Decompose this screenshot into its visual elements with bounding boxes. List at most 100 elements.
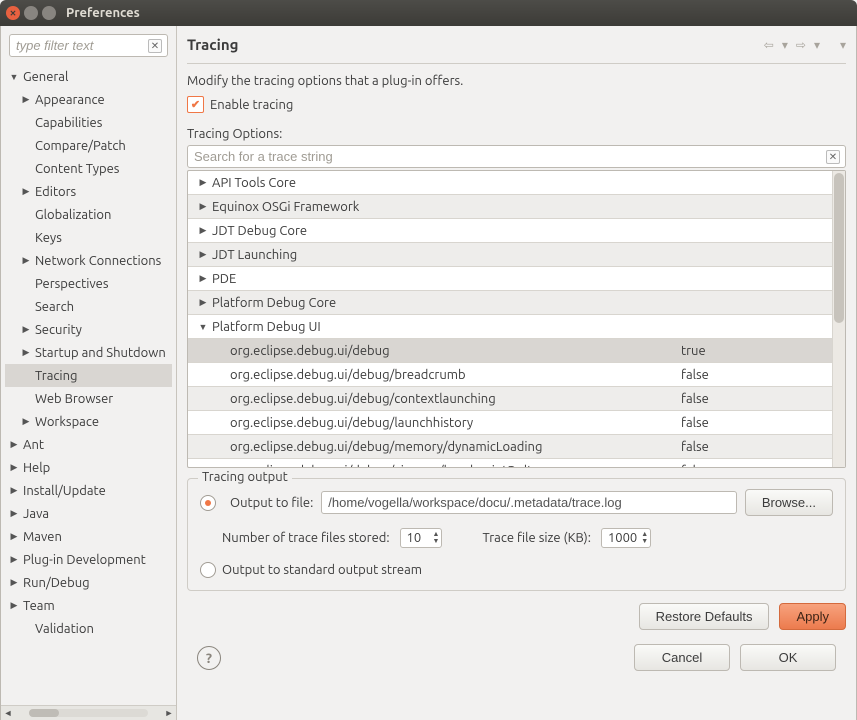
tree-item[interactable]: ▶Maven [5,525,172,548]
expand-icon[interactable]: ▶ [21,94,31,105]
window-minimize-button[interactable] [24,6,38,20]
expand-icon[interactable]: ▶ [198,201,208,212]
table-row[interactable]: ▶ JDT Debug Core [188,218,832,242]
table-scrollbar[interactable] [832,171,845,467]
tree-item[interactable]: ▶Globalization [5,203,172,226]
tree-item[interactable]: ▶Help [5,456,172,479]
expand-icon[interactable]: ▶ [21,416,31,427]
nav-forward-menu-icon[interactable]: ▾ [814,38,820,52]
expand-icon[interactable]: ▶ [9,554,19,565]
tree-item[interactable]: ▶ Appearance [5,88,172,111]
help-icon[interactable]: ? [197,646,221,670]
table-row[interactable]: ▶JDT Launching [188,242,832,266]
ok-button[interactable]: OK [740,644,836,671]
table-row[interactable]: ▶API Tools Core [188,171,832,194]
expand-icon[interactable]: ▶ [198,273,208,284]
tree-item[interactable]: ▶Perspectives [5,272,172,295]
nav-forward-icon[interactable]: ⇨ [796,38,806,52]
expand-icon[interactable]: ▶ [9,600,19,611]
tree-item[interactable]: ▶Workspace [5,410,172,433]
expand-icon[interactable]: ▶ [198,249,208,260]
table-row[interactable]: ▶org.eclipse.debug.ui/debug/launchhistor… [188,410,832,434]
expand-icon[interactable]: ▶ [9,485,19,496]
clear-filter-icon[interactable]: ✕ [148,39,162,53]
expand-icon[interactable]: ▶ [21,186,31,197]
filter-input[interactable] [9,34,168,57]
num-files-spinner[interactable]: 10 ▲▼ [400,528,443,548]
tree-item[interactable]: ▶Ant [5,433,172,456]
expand-icon[interactable]: ▶ [9,508,19,519]
tree-item[interactable]: ▶Validation [5,617,172,640]
table-row[interactable]: ▶org.eclipse.debug.ui/debug/contextlaunc… [188,386,832,410]
expand-icon[interactable]: ▶ [198,177,208,188]
tree-item[interactable]: ▶Run/Debug [5,571,172,594]
tree-item[interactable]: ▶Editors [5,180,172,203]
table-cell-label: org.eclipse.debug.ui/debug/launchhistory [230,416,473,430]
tree-item[interactable]: ▶Security [5,318,172,341]
tree-item[interactable]: ▶Team [5,594,172,617]
preferences-tree[interactable]: ▼General ▶ Appearance ▶Capabilities▶Compare… [1,65,176,705]
table-cell-value[interactable]: false [674,464,832,468]
tree-item[interactable]: ▶Keys [5,226,172,249]
file-size-spinner[interactable]: 1000 ▲▼ [601,528,651,548]
table-row[interactable]: ▶Platform Debug Core [188,290,832,314]
output-to-stdout-radio[interactable] [200,562,216,578]
tree-item[interactable]: ▶Startup and Shutdown [5,341,172,364]
enable-tracing-checkbox[interactable]: ✔ [187,96,204,113]
output-to-file-radio[interactable] [200,495,216,511]
browse-button[interactable]: Browse... [745,489,833,516]
window-close-button[interactable]: ✕ [6,6,20,20]
tree-item[interactable]: ▼General [5,65,172,88]
expand-icon[interactable]: ▶ [21,324,31,335]
clear-search-icon[interactable]: ✕ [826,150,840,164]
tracing-output-group: Tracing output Output to file: Browse...… [187,478,846,591]
table-cell-value[interactable]: false [674,368,832,382]
tree-item[interactable]: ▶Content Types [5,157,172,180]
table-row[interactable]: ▶org.eclipse.debug.ui/debug/breadcrumbfa… [188,362,832,386]
nav-back-icon[interactable]: ⇦ [764,38,774,52]
tree-item[interactable]: ▶Search [5,295,172,318]
expand-icon[interactable]: ▶ [21,347,31,358]
expand-icon[interactable]: ▶ [198,297,208,308]
nav-menu-icon[interactable]: ▾ [840,38,846,52]
expand-icon[interactable]: ▶ [9,439,19,450]
page-description: Modify the tracing options that a plug-i… [187,74,846,88]
table-row[interactable]: ▶PDE [188,266,832,290]
collapse-icon[interactable]: ▼ [9,72,19,82]
collapse-icon[interactable]: ▼ [198,322,208,332]
table-cell-value[interactable]: true [674,344,832,358]
table-cell-value[interactable]: false [674,392,832,406]
tree-item[interactable]: ▶Capabilities [5,111,172,134]
table-row[interactable]: ▶org.eclipse.debug.ui/debug/viewers/brea… [188,458,832,467]
expand-icon[interactable]: ▶ [9,462,19,473]
expand-icon[interactable]: ▶ [9,577,19,588]
nav-back-menu-icon[interactable]: ▾ [782,38,788,52]
tree-item[interactable]: ▶Install/Update [5,479,172,502]
table-cell-value[interactable]: false [674,440,832,454]
trace-search-input[interactable] [187,145,846,168]
sidebar-scrollbar[interactable]: ◄ ► [1,705,176,720]
restore-defaults-button[interactable]: Restore Defaults [639,603,770,630]
tree-item[interactable]: ▶Java [5,502,172,525]
tree-item[interactable]: ▶Web Browser [5,387,172,410]
tree-item[interactable]: ▶Tracing [5,364,172,387]
table-cell-value[interactable]: false [674,416,832,430]
table-row[interactable]: ▶Equinox OSGi Framework [188,194,832,218]
table-cell-label: JDT Debug Core [212,224,307,238]
expand-icon[interactable]: ▶ [198,225,208,236]
tree-item-label: Search [35,300,74,314]
table-row[interactable]: ▶org.eclipse.debug.ui/debugtrue [188,338,832,362]
table-row[interactable]: ▶org.eclipse.debug.ui/debug/memory/dynam… [188,434,832,458]
tree-item[interactable]: ▶Network Connections [5,249,172,272]
window-maximize-button[interactable] [42,6,56,20]
tree-item[interactable]: ▶Compare/Patch [5,134,172,157]
tree-item-label: Appearance [35,93,105,107]
expand-icon[interactable]: ▶ [21,255,31,266]
apply-button[interactable]: Apply [779,603,846,630]
table-row[interactable]: ▼Platform Debug UI [188,314,832,338]
cancel-button[interactable]: Cancel [634,644,730,671]
expand-icon[interactable]: ▶ [9,531,19,542]
tree-item[interactable]: ▶Plug-in Development [5,548,172,571]
trace-options-table[interactable]: ▶API Tools Core▶Equinox OSGi Framework▶J… [187,170,846,468]
output-file-path-input[interactable] [321,491,737,514]
